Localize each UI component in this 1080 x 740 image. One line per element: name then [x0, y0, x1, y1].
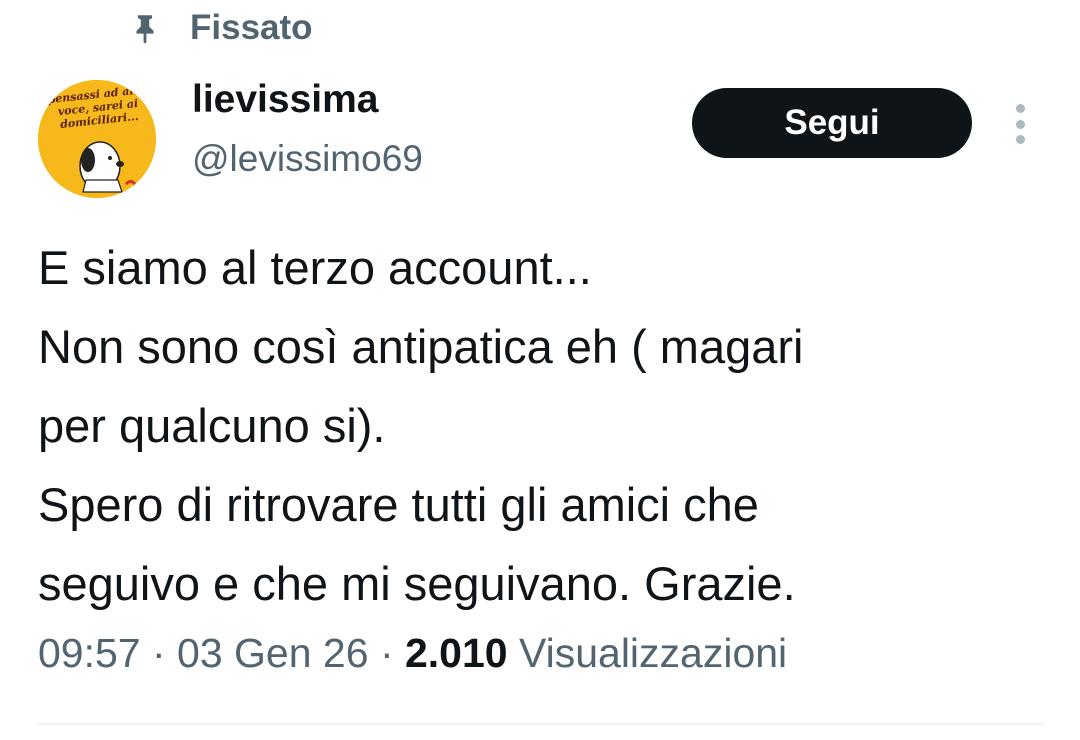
tweet-line: Spero di ritrovare tutti gli amici che	[38, 478, 759, 531]
avatar[interactable]: pensassi ad alta voce, sarei ai domicili…	[38, 80, 156, 198]
user-handle[interactable]: @levissimo69	[192, 138, 423, 180]
more-vertical-icon-dot	[1015, 119, 1025, 129]
more-vertical-icon	[1015, 104, 1025, 113]
tweet-line: E siamo al terzo account...	[38, 241, 592, 294]
follow-button[interactable]: Segui	[692, 88, 972, 158]
more-options-button[interactable]	[1006, 100, 1034, 148]
meta-separator: ·	[140, 630, 178, 676]
views-label[interactable]: Visualizzazioni	[519, 630, 787, 676]
tweet-line: per qualcuno si).	[38, 399, 386, 452]
pinned-indicator: Fissato	[128, 4, 313, 52]
views-count[interactable]: 2.010	[405, 630, 508, 676]
tweet-line: Non sono così antipatica eh ( magari	[38, 320, 804, 373]
tweet-text: E siamo al terzo account... Non sono cos…	[38, 228, 1048, 623]
more-vertical-icon-dot	[1015, 135, 1025, 144]
tweet-time[interactable]: 09:57	[38, 630, 141, 676]
pin-icon	[136, 15, 154, 44]
display-name[interactable]: lievissima	[192, 78, 378, 122]
tweet-metadata: 09:57 · 03 Gen 26 · 2.010 Visualizzazion…	[38, 630, 787, 677]
meta-separator: ·	[368, 630, 405, 676]
divider	[38, 723, 1044, 725]
tweet-line: seguivo e che mi seguivano. Grazie.	[38, 557, 796, 610]
pinned-label: Fissato	[190, 8, 313, 47]
tweet-date[interactable]: 03 Gen 26	[177, 630, 369, 676]
